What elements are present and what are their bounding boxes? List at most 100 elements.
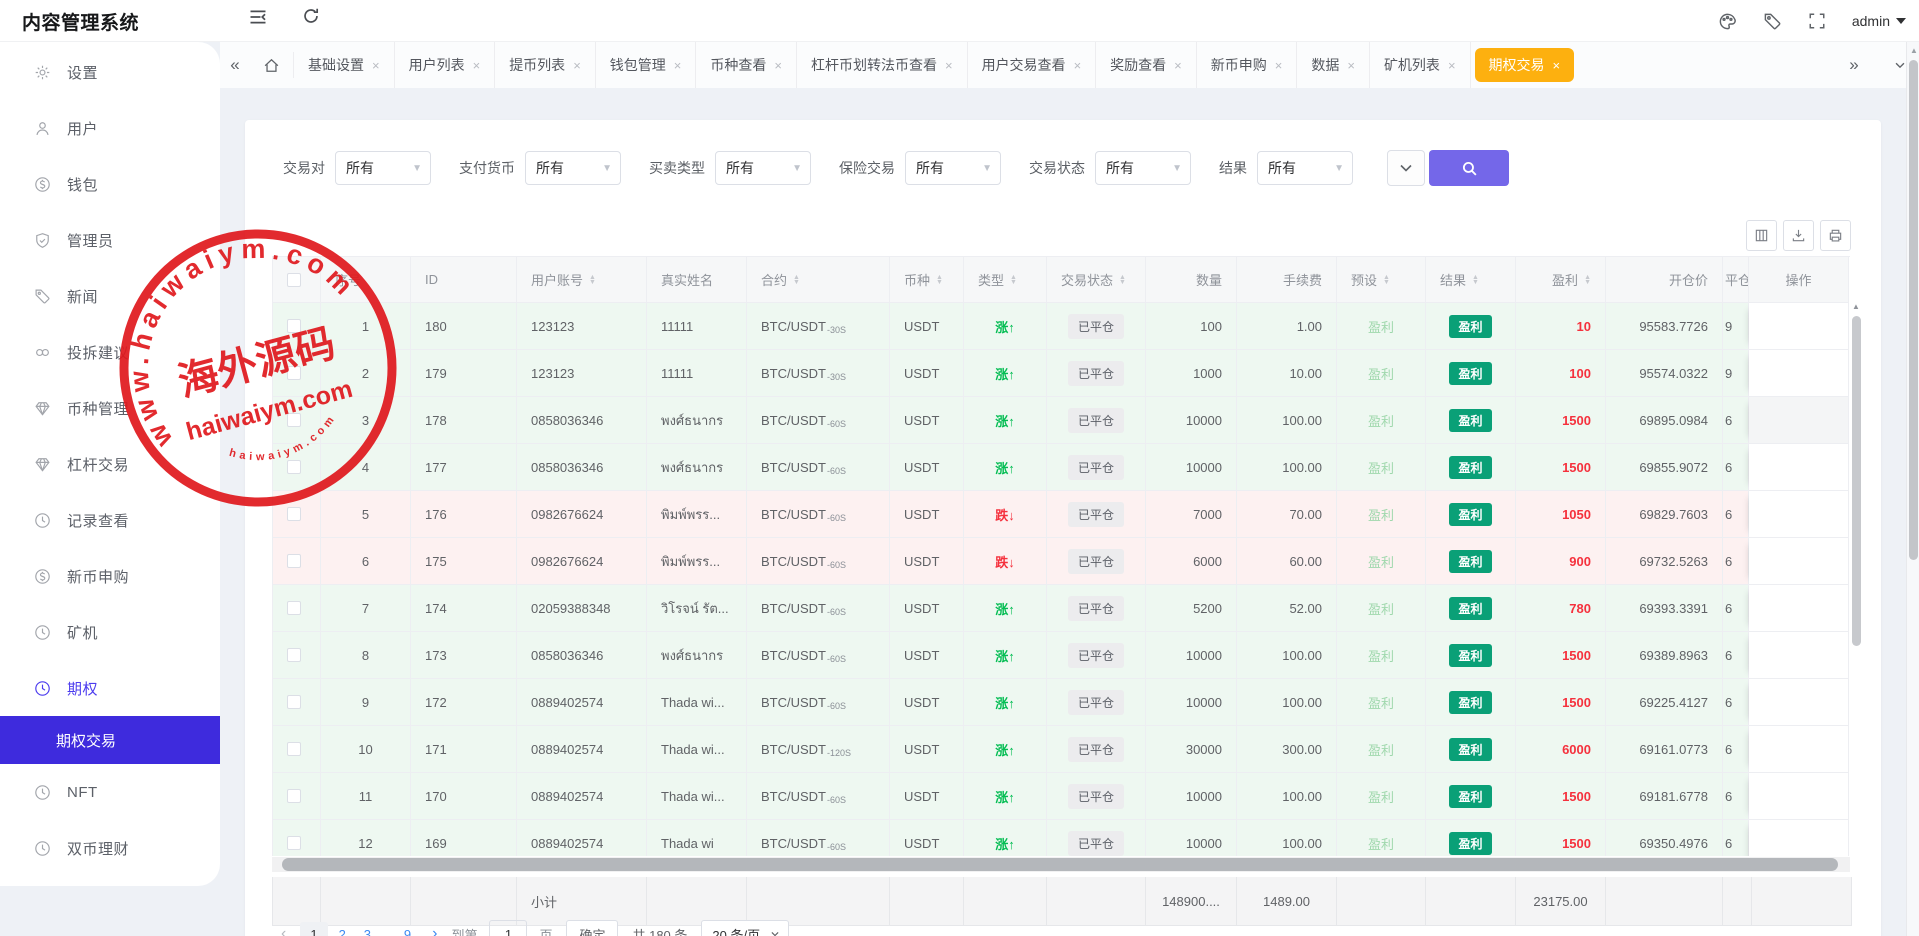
row-checkbox[interactable] [287,789,301,803]
sort-icon[interactable]: ▲▼ [1383,275,1390,285]
column-header-profit[interactable]: 盈利▲▼ [1516,257,1606,303]
sort-icon[interactable]: ▲▼ [1472,275,1479,285]
close-icon[interactable]: × [1174,58,1182,73]
tab-8[interactable]: 新币申购× [1197,42,1298,88]
page-scrollbar-thumb[interactable] [1909,60,1918,560]
filter-select-1[interactable]: 所有▼ [525,151,621,185]
tab-1[interactable]: 用户列表× [395,42,496,88]
sort-icon[interactable]: ▲▼ [1119,275,1126,285]
tab-7[interactable]: 奖励查看× [1096,42,1197,88]
sidebar-item-users[interactable]: 用户 [0,100,220,156]
filter-select-0[interactable]: 所有▼ [335,151,431,185]
filter-select-2[interactable]: 所有▼ [715,151,811,185]
row-checkbox[interactable] [287,319,301,333]
column-header-contract[interactable]: 合约▲▼ [747,257,890,303]
filter-select-3[interactable]: 所有▼ [905,151,1001,185]
page-size-select[interactable]: 20 条/页 [701,920,789,936]
page-scroll-up-icon[interactable]: ▲ [1910,46,1918,55]
row-checkbox[interactable] [287,695,301,709]
close-icon[interactable]: × [1553,58,1561,73]
close-icon[interactable]: × [674,58,682,73]
expand-filters-button[interactable] [1387,150,1425,186]
sidebar-item-leverage[interactable]: 杠杆交易 [0,436,220,492]
sort-icon[interactable]: ▲▼ [589,275,596,285]
sidebar-item-dual-finance[interactable]: 双币理财 [0,820,220,876]
page-number-9[interactable]: 9 [397,923,418,936]
tabs-scroll-left-icon[interactable]: « [220,42,250,88]
print-button[interactable] [1820,220,1851,251]
tab-0[interactable]: 基础设置× [294,42,395,88]
sort-icon[interactable]: ▲▼ [936,275,943,285]
fullscreen-icon[interactable] [1808,12,1826,30]
close-icon[interactable]: × [372,58,380,73]
sidebar-item-options[interactable]: 期权 [0,660,220,716]
table-vertical-scrollbar-thumb[interactable] [1852,316,1861,646]
row-checkbox[interactable] [287,742,301,756]
row-checkbox[interactable] [287,507,301,521]
column-settings-button[interactable] [1746,220,1777,251]
tag-icon[interactable] [1763,12,1782,31]
sort-icon[interactable]: ▲▼ [793,275,800,285]
sidebar-item-settings[interactable]: 设置 [0,44,220,100]
column-header-type[interactable]: 类型▲▼ [964,257,1047,303]
close-icon[interactable]: × [1448,58,1456,73]
sidebar-item-suggestions[interactable]: 投拆建议 [0,324,220,380]
scroll-up-icon[interactable]: ▲ [1852,302,1860,311]
sidebar-item-records[interactable]: 记录查看 [0,492,220,548]
sidebar-item-wallet[interactable]: 钱包 [0,156,220,212]
sort-icon[interactable]: ▲▼ [1584,275,1591,285]
filter-select-4[interactable]: 所有▼ [1095,151,1191,185]
collapse-menu-icon[interactable] [248,7,276,35]
row-checkbox[interactable] [287,648,301,662]
theme-palette-icon[interactable] [1718,12,1737,31]
row-checkbox[interactable] [287,601,301,615]
tab-6[interactable]: 用户交易查看× [968,42,1097,88]
tab-3[interactable]: 钱包管理× [596,42,697,88]
goto-confirm-button[interactable]: 确定 [566,920,618,936]
sidebar-subitem-options[interactable]: 期权交易 [0,716,220,764]
column-header-coin[interactable]: 币种▲▼ [890,257,964,303]
close-icon[interactable]: × [1275,58,1283,73]
tab-9[interactable]: 数据× [1297,42,1370,88]
row-checkbox[interactable] [287,413,301,427]
row-checkbox[interactable] [287,460,301,474]
close-icon[interactable]: × [945,58,953,73]
page-number-3[interactable]: 3 [357,923,378,936]
tab-2[interactable]: 提币列表× [495,42,596,88]
tabs-scroll-right-icon[interactable]: » [1839,42,1869,88]
close-icon[interactable]: × [1347,58,1355,73]
export-download-button[interactable] [1783,220,1814,251]
column-header-result[interactable]: 结果▲▼ [1426,257,1516,303]
goto-page-input[interactable]: 1 [489,920,527,936]
column-header-preset[interactable]: 预设▲▼ [1337,257,1426,303]
page-number-2[interactable]: 2 [332,923,353,936]
refresh-icon[interactable] [302,7,330,35]
row-checkbox[interactable] [287,366,301,380]
search-button[interactable] [1429,150,1509,186]
close-icon[interactable]: × [1074,58,1082,73]
next-page-icon[interactable]: › [426,925,443,936]
sidebar-item-coins[interactable]: 币种管理 [0,380,220,436]
column-header-account[interactable]: 用户账号▲▼ [517,257,647,303]
tab-5[interactable]: 杠杆币划转法币查看× [797,42,968,88]
page-number-1[interactable]: 1 [300,922,327,936]
close-icon[interactable]: × [573,58,581,73]
filter-select-5[interactable]: 所有▼ [1257,151,1353,185]
tab-4[interactable]: 币种查看× [696,42,797,88]
prev-page-icon[interactable]: ‹ [275,925,292,936]
close-icon[interactable]: × [774,58,782,73]
tab-11[interactable]: 期权交易× [1475,48,1575,82]
sidebar-item-new-coin[interactable]: 新币申购 [0,548,220,604]
sort-icon[interactable]: ▲▼ [1010,275,1017,285]
select-all-checkbox[interactable] [287,273,301,287]
page-scrollbar[interactable]: ▲ [1906,42,1919,936]
sidebar-item-news[interactable]: 新闻 [0,268,220,324]
home-tab-icon[interactable] [250,52,294,78]
table-vertical-scrollbar[interactable]: ▲ [1850,260,1862,855]
sidebar-item-admins[interactable]: 管理员 [0,212,220,268]
close-icon[interactable]: × [473,58,481,73]
row-checkbox[interactable] [287,836,301,850]
tab-10[interactable]: 矿机列表× [1370,42,1471,88]
row-checkbox[interactable] [287,554,301,568]
column-header-status[interactable]: 交易状态▲▼ [1047,257,1146,303]
